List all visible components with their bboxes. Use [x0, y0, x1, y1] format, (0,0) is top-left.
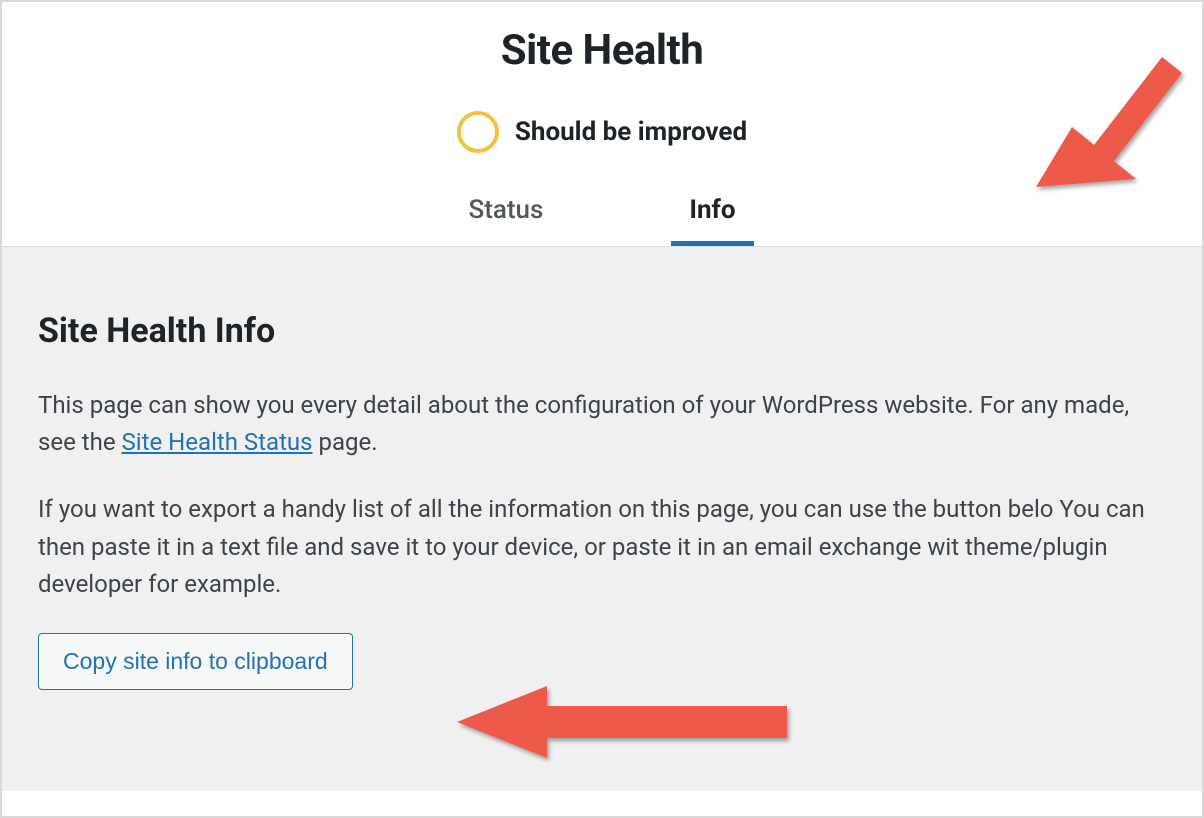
intro-paragraph-2: If you want to export a handy list of al…: [38, 491, 1166, 603]
tab-status[interactable]: Status: [450, 195, 561, 246]
site-health-status-link[interactable]: Site Health Status: [122, 428, 313, 456]
site-health-body: Site Health Info This page can show you …: [2, 247, 1202, 791]
tab-info[interactable]: Info: [671, 195, 753, 246]
health-status-indicator: Should be improved: [2, 111, 1202, 153]
progress-circle-icon: [457, 111, 499, 153]
site-health-screen: Site Health Should be improved Status In…: [0, 0, 1204, 818]
section-title: Site Health Info: [38, 311, 1166, 351]
para1-text-post: page.: [319, 428, 378, 456]
site-health-header: Site Health Should be improved Status In…: [2, 2, 1202, 247]
health-status-label: Should be improved: [515, 117, 747, 147]
intro-paragraph-1: This page can show you every detail abou…: [38, 387, 1166, 461]
page-title: Site Health: [2, 26, 1202, 75]
site-health-tabs: Status Info: [2, 195, 1202, 246]
copy-site-info-button[interactable]: Copy site info to clipboard: [38, 633, 353, 690]
